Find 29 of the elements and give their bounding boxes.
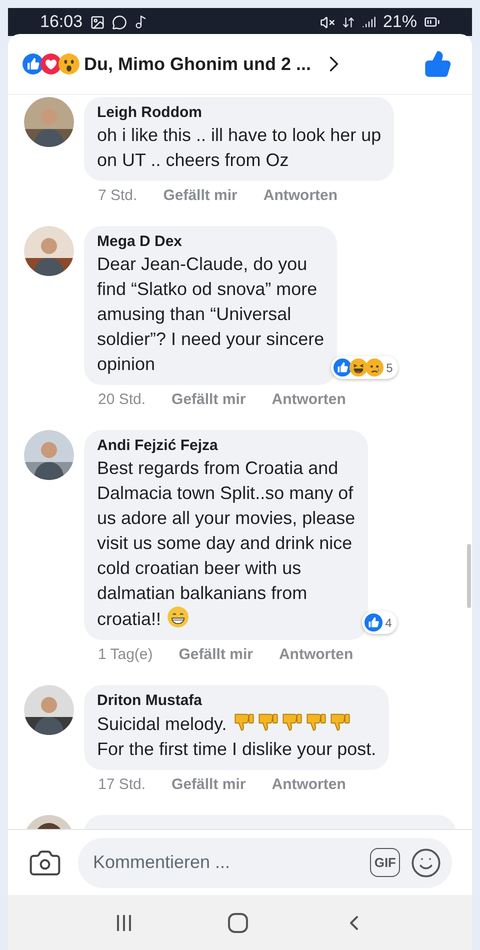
reaction-badge[interactable]: 4: [362, 611, 397, 634]
reactions-summary[interactable]: Du, Mimo Ghonim und 2 ...: [84, 50, 311, 78]
comment-text: Suicidal melody. For the first time I dislike your post.: [97, 711, 376, 762]
comment-time: 1 Tag(e): [98, 646, 153, 664]
reaction-count: 5: [386, 360, 393, 376]
comment-field[interactable]: Kommentieren ... GIF: [78, 838, 452, 888]
comment-text: Dear Jean-Claude, do you find “Slatko od snova” more amusing than “Universal soldier”? I need your sincere opinion: [97, 253, 324, 376]
like-link[interactable]: Gefällt mir: [163, 187, 238, 205]
comment-time: 7 Std.: [98, 187, 138, 205]
clock: 16:03: [40, 11, 83, 34]
comment-author[interactable]: Andi Fejzić Fejza: [97, 436, 356, 456]
reply-link[interactable]: Antworten: [263, 187, 338, 205]
comment-text: Best regards from Croatia and Dalmacia town Split..so many of us adore all your movies, please visit us some day and drink nice cold croatian beer with us dalmatian balkanians from croatia!!: [97, 457, 356, 631]
comment-time: 20 Std.: [98, 391, 146, 409]
gif-button[interactable]: GIF: [370, 848, 400, 878]
comment-author[interactable]: Mega D Dex: [97, 232, 324, 252]
like-link[interactable]: Gefällt mir: [172, 776, 246, 794]
comment-author[interactable]: Leigh Roddom: [97, 103, 382, 123]
comment-author[interactable]: Driton Mustafa: [97, 691, 376, 711]
battery-percent: 21%: [382, 11, 417, 34]
reply-link[interactable]: Antworten: [278, 646, 354, 664]
like-link[interactable]: Gefällt mir: [172, 391, 246, 409]
reaction-badge[interactable]: 5: [331, 356, 398, 379]
comment-text: oh i like this .. ill have to look her up on UT .. cheers from Oz: [97, 124, 382, 172]
reaction-count: 4: [385, 614, 392, 632]
like-link[interactable]: Gefällt mir: [178, 646, 253, 664]
reply-link[interactable]: Antworten: [272, 391, 346, 409]
comment-time: 17 Std.: [98, 776, 146, 794]
reply-link[interactable]: Antworten: [272, 776, 346, 794]
